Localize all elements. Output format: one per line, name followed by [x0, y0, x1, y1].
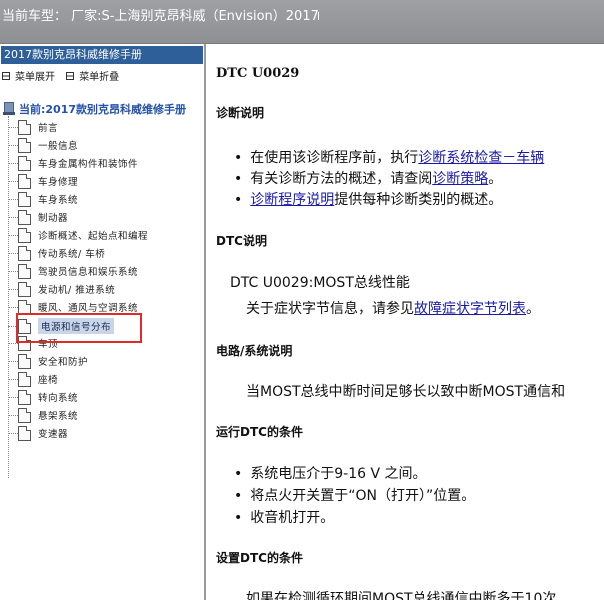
document-icon: [18, 353, 31, 369]
tree-root-label: 当前:2017款别克昂科威维修手册: [19, 103, 187, 116]
document-icon: [18, 281, 31, 297]
set-condition-text: 如果在检测循环期间MOST总线通信中断多于10次: [246, 591, 557, 600]
document-icon: [18, 245, 31, 261]
tree-item[interactable]: 车身系统: [8, 190, 78, 208]
tree-item[interactable]: 前言: [8, 118, 58, 136]
expand-all-label: 菜单展开: [15, 72, 55, 83]
tree-item-label: 驾驶员信息和娱乐系统: [38, 267, 139, 278]
section-header-set-conditions: 设置DTC的条件: [216, 551, 303, 565]
bullet-dot: •: [234, 488, 243, 504]
tree-item[interactable]: 传动系统/ 车桥: [8, 244, 105, 262]
tree-item-label: 安全和防护: [38, 357, 89, 368]
bullet-text: 将点火开关置于“ON（打开）”位置。: [250, 488, 476, 504]
document-icon: [18, 155, 31, 171]
tree-item[interactable]: 车身金属构件和装饰件: [8, 154, 138, 172]
document-icon: [18, 119, 31, 135]
bullet-item: • 收音机打开。: [234, 507, 334, 527]
manual-title: 2017款别克昂科威维修手册: [1, 46, 203, 64]
manual-book-icon: [3, 102, 15, 116]
section-header-dtc-description: DTC说明: [216, 234, 267, 248]
tree-item-label: 车身系统: [38, 195, 79, 206]
tree-item[interactable]: 车身修理: [8, 172, 78, 190]
bullet-item: • 有关诊断方法的概述，请查阅诊断策略。: [234, 168, 502, 188]
text-caret: [318, 12, 319, 20]
bullet-dot: •: [234, 150, 243, 166]
tree-item[interactable]: 座椅: [8, 370, 58, 388]
bullet-text: 在使用该诊断程序前，执行: [250, 150, 419, 166]
content-pane: DTC U0029 诊断说明 • 在使用该诊断程序前，执行诊断系统检查－车辆 • 有…: [208, 44, 604, 600]
tree-item-label: 一般信息: [38, 141, 79, 152]
circuit-description-text: 当MOST总线中断时间足够长以致中断MOST通信和: [246, 384, 566, 400]
symptom-byte-text: 关于症状字节信息，请参见故障症状字节列表。: [246, 298, 540, 318]
tree-item-label: 发动机/ 推进系统: [38, 285, 116, 296]
tree-item[interactable]: 变速器: [8, 424, 68, 442]
document-icon: [18, 371, 31, 387]
tree-item-label: 诊断概述、起始点和编程: [38, 231, 149, 242]
dtc-description-text: DTC U0029:MOST总线性能: [230, 275, 410, 291]
document-icon: [18, 425, 31, 441]
bullet-dot: •: [234, 171, 243, 187]
document-icon: [18, 263, 31, 279]
bullet-text-post: 。: [488, 171, 503, 187]
tree-item-label: 传动系统/ 车桥: [38, 249, 106, 260]
document-icon: [18, 191, 31, 207]
bullet-item: • 在使用该诊断程序前，执行诊断系统检查－车辆: [234, 147, 544, 167]
current-vehicle-label: 当前车型： 厂家:S-上海别克昂科威（Envision）2017: [2, 9, 319, 24]
symptom-text-pre: 关于症状字节信息，请参见: [246, 301, 414, 317]
bullet-text-post: 提供每种诊断类别的概述。: [334, 192, 503, 208]
tree-root[interactable]: 当前:2017款别克昂科威维修手册: [3, 101, 186, 117]
tree-item-label: 座椅: [38, 375, 59, 386]
bullet-item: • 将点火开关置于“ON（打开）”位置。: [234, 485, 475, 505]
section-header-circuit: 电路/系统说明: [216, 344, 293, 358]
tree-item[interactable]: 诊断概述、起始点和编程: [8, 226, 148, 244]
bullet-dot: •: [234, 192, 243, 208]
tree-item-label: 变速器: [38, 429, 69, 440]
document-icon: [18, 173, 31, 189]
link-symptom-byte-list[interactable]: 故障症状字节列表: [414, 301, 526, 317]
bullet-text: 系统电压介于9-16 V 之间。: [250, 466, 427, 482]
tree-item-label: 车身修理: [38, 177, 79, 188]
tree-item[interactable]: 安全和防护: [8, 352, 88, 370]
tree-item[interactable]: 制动器: [8, 208, 68, 226]
tree-item-label: 制动器: [38, 213, 69, 224]
tree-item[interactable]: 驾驶员信息和娱乐系统: [8, 262, 138, 280]
collapse-all-button[interactable]: 菜单折叠: [66, 68, 119, 83]
bullet-dot: •: [234, 466, 243, 482]
section-header-run-conditions: 运行DTC的条件: [216, 425, 303, 439]
bullet-dot: •: [234, 510, 243, 526]
section-header-diagnostic: 诊断说明: [216, 106, 265, 120]
bullet-text: 收音机打开。: [250, 510, 335, 526]
tree-item[interactable]: 发动机/ 推进系统: [8, 280, 115, 298]
tree-item[interactable]: 一般信息: [8, 136, 78, 154]
link-diagnostic-system-check[interactable]: 诊断系统检查－车辆: [418, 150, 544, 166]
selection-highlight-box: [16, 313, 142, 343]
bullet-item: • 诊断程序说明提供每种诊断类别的概述。: [234, 189, 502, 209]
document-icon: [18, 407, 31, 423]
bullet-text: 有关诊断方法的概述，请查阅: [250, 171, 433, 187]
vehicle-bar: 当前车型： 厂家:S-上海别克昂科威（Envision）2017: [0, 0, 604, 44]
tree-item-label: 车身金属构件和装饰件: [38, 159, 139, 170]
link-diagnostic-strategy[interactable]: 诊断策略: [432, 171, 488, 187]
collapse-icon: [66, 71, 75, 80]
dtc-title: DTC U0029: [216, 66, 300, 81]
tree-item[interactable]: 悬架系统: [8, 406, 78, 424]
document-icon: [18, 389, 31, 405]
document-icon: [18, 227, 31, 243]
bullet-item: • 系统电压介于9-16 V 之间。: [234, 463, 427, 483]
symptom-text-post: 。: [526, 301, 540, 317]
tree-item-label: 悬架系统: [38, 411, 79, 422]
collapse-all-label: 菜单折叠: [79, 72, 120, 83]
document-icon: [18, 209, 31, 225]
expand-icon: [2, 71, 10, 80]
tree-item-label: 暖风、通风与空调系统: [38, 303, 139, 314]
tree-item[interactable]: 转向系统: [8, 388, 78, 406]
document-icon: [18, 137, 31, 153]
link-diagnostic-procedure-description[interactable]: 诊断程序说明: [250, 192, 334, 208]
expand-all-button[interactable]: 菜单展开: [2, 68, 55, 83]
menu-controls: 菜单展开 菜单折叠: [2, 68, 127, 83]
tree-item-label: 前言: [38, 123, 59, 134]
tree-item-label: 转向系统: [38, 393, 79, 404]
